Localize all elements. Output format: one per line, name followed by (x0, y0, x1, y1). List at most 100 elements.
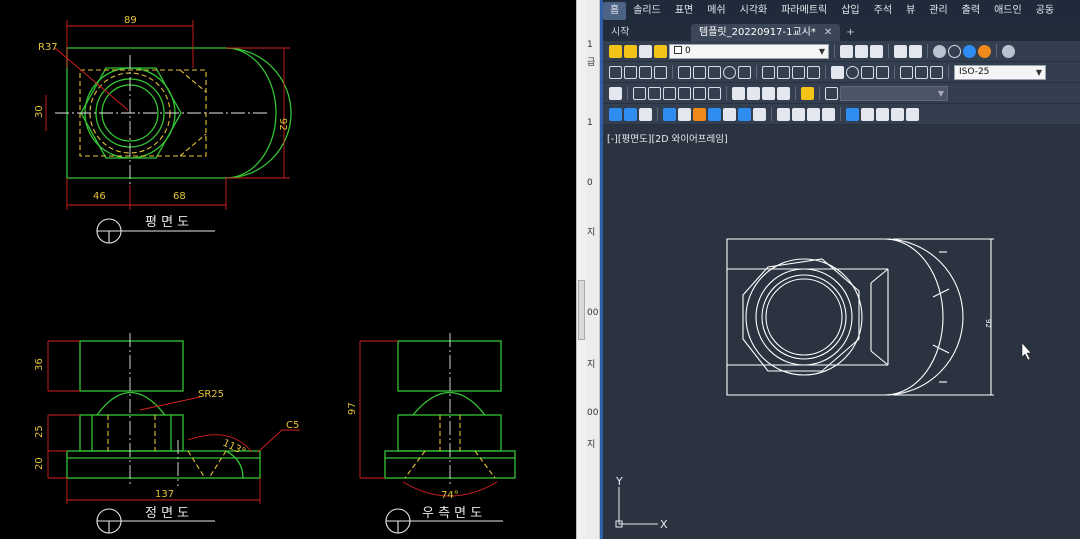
check-icon[interactable] (846, 107, 859, 121)
polysolid-icon[interactable] (609, 86, 622, 100)
dim-baseline-icon[interactable] (762, 65, 775, 79)
wedge-icon[interactable] (648, 86, 661, 100)
copy-faces-icon[interactable] (708, 107, 721, 121)
layer-match-icon[interactable] (909, 44, 922, 58)
dim-jogged-icon[interactable] (693, 65, 706, 79)
menu-annotate[interactable]: 주석 (867, 2, 899, 20)
menu-insert[interactable]: 삽입 (834, 2, 866, 20)
taper-faces-icon[interactable] (693, 107, 706, 121)
shell-icon[interactable] (822, 107, 835, 121)
menu-collaborate[interactable]: 공동 (1029, 2, 1061, 20)
dim-c5-leader (257, 429, 283, 453)
menu-mesh[interactable]: 메쉬 (700, 2, 732, 20)
dim-radius-icon[interactable] (678, 65, 691, 79)
layer-iso-icon[interactable] (894, 44, 907, 58)
dim-arc-icon[interactable] (639, 65, 652, 79)
front-top-block (79, 340, 184, 392)
menu-output[interactable]: 출력 (955, 2, 987, 20)
offset-faces-icon[interactable] (639, 107, 652, 121)
move-faces-icon[interactable] (624, 107, 637, 121)
menu-visualize[interactable]: 시각화 (733, 2, 775, 20)
separate-icon[interactable] (807, 107, 820, 121)
section-icon[interactable] (801, 86, 814, 100)
menu-view[interactable]: 뷰 (899, 2, 922, 20)
render-sphere-icon[interactable] (933, 44, 946, 58)
dim-36-text: 36 (34, 358, 45, 371)
intersect-icon[interactable] (762, 86, 775, 100)
delete-faces-icon[interactable] (663, 107, 676, 121)
dim-linear-icon[interactable] (609, 65, 622, 79)
material-icon[interactable] (1002, 44, 1015, 58)
ucs-combo[interactable]: ▼ (840, 85, 948, 101)
ucs-icon[interactable] (825, 86, 838, 100)
realistic-icon[interactable] (978, 44, 991, 58)
chamfer-edge-icon[interactable] (876, 107, 889, 121)
jog-linear-icon[interactable] (876, 65, 889, 79)
subtract-icon[interactable] (747, 86, 760, 100)
dim-continue-icon[interactable] (777, 65, 790, 79)
dim-break-icon[interactable] (807, 65, 820, 79)
chevron-down-icon: ▼ (1035, 67, 1042, 77)
dim-aligned-icon[interactable] (624, 65, 637, 79)
dim-angular-icon[interactable] (723, 65, 736, 79)
visual-style-icon[interactable] (948, 44, 961, 58)
tab-document[interactable]: 템플릿_20220917-1교시* ✕ (691, 24, 841, 41)
copy-edges-icon[interactable] (738, 107, 751, 121)
layer-previous-icon[interactable] (870, 44, 883, 58)
layer-freeze-icon[interactable] (624, 44, 637, 58)
wireframe-plan (726, 238, 994, 396)
dim-diameter-icon[interactable] (708, 65, 721, 79)
extrude-faces-icon[interactable] (609, 107, 622, 121)
close-icon[interactable]: ✕ (824, 24, 832, 41)
layer-properties-icon[interactable] (840, 44, 853, 58)
tolerance-icon[interactable] (831, 65, 844, 79)
dimstyle-combo[interactable]: ISO-25 ▼ (954, 64, 1046, 80)
wire-bore-2 (761, 274, 847, 360)
layer-combo[interactable]: 0 ▼ (669, 43, 829, 59)
menu-surface[interactable]: 표면 (668, 2, 700, 20)
extract-edges-icon[interactable] (891, 107, 904, 121)
splitter-grip[interactable] (578, 280, 585, 340)
center-mark-icon[interactable] (846, 65, 859, 79)
menu-addins[interactable]: 애드인 (987, 2, 1029, 20)
union-icon[interactable] (732, 86, 745, 100)
layer-on-icon[interactable] (609, 44, 622, 58)
dim-text-edit-icon[interactable] (915, 65, 928, 79)
dim-update-icon[interactable] (930, 65, 943, 79)
torus-icon[interactable] (708, 86, 721, 100)
sphere-icon[interactable] (678, 86, 691, 100)
model-viewport[interactable]: [-][평면도][2D 와이어프레임] 92 Y X (603, 127, 1080, 539)
layer-toolbar: 0 ▼ (603, 41, 1080, 62)
menu-solid[interactable]: 솔리드 (626, 2, 668, 20)
layer-lock-icon[interactable] (654, 44, 667, 58)
layer-vp-icon[interactable] (639, 44, 652, 58)
box-icon[interactable] (633, 86, 646, 100)
cylinder-icon[interactable] (693, 86, 706, 100)
window-splitter[interactable] (576, 0, 586, 539)
dimstyle-combo-value: ISO-25 (959, 66, 990, 77)
dim-space-icon[interactable] (792, 65, 805, 79)
menu-parametric[interactable]: 파라메트릭 (774, 2, 834, 20)
offset-edge-icon[interactable] (906, 107, 919, 121)
dim-edit-icon[interactable] (900, 65, 913, 79)
cone-icon[interactable] (663, 86, 676, 100)
color-edges-icon[interactable] (753, 107, 766, 121)
color-faces-icon[interactable] (723, 107, 736, 121)
dim-ordinate-icon[interactable] (654, 65, 667, 79)
clean-icon[interactable] (792, 107, 805, 121)
imprint-icon[interactable] (777, 107, 790, 121)
dim-quick-icon[interactable] (738, 65, 751, 79)
ribbon-menu: 홈 솔리드 표면 메쉬 시각화 파라메트릭 삽입 주석 뷰 관리 출력 애드인 … (603, 0, 1080, 22)
inspect-icon[interactable] (861, 65, 874, 79)
add-tab-button[interactable]: + (840, 24, 860, 41)
layer-state-icon[interactable] (855, 44, 868, 58)
menu-home[interactable]: 홈 (603, 2, 627, 20)
menu-manage[interactable]: 관리 (922, 2, 954, 20)
shaded-icon[interactable] (963, 44, 976, 58)
front-mid-block (79, 414, 184, 452)
strip-label: 지 (587, 228, 596, 238)
tab-start[interactable]: 시작 (603, 24, 691, 41)
rotate-faces-icon[interactable] (678, 107, 691, 121)
interfere-icon[interactable] (777, 86, 790, 100)
fillet-edge-icon[interactable] (861, 107, 874, 121)
